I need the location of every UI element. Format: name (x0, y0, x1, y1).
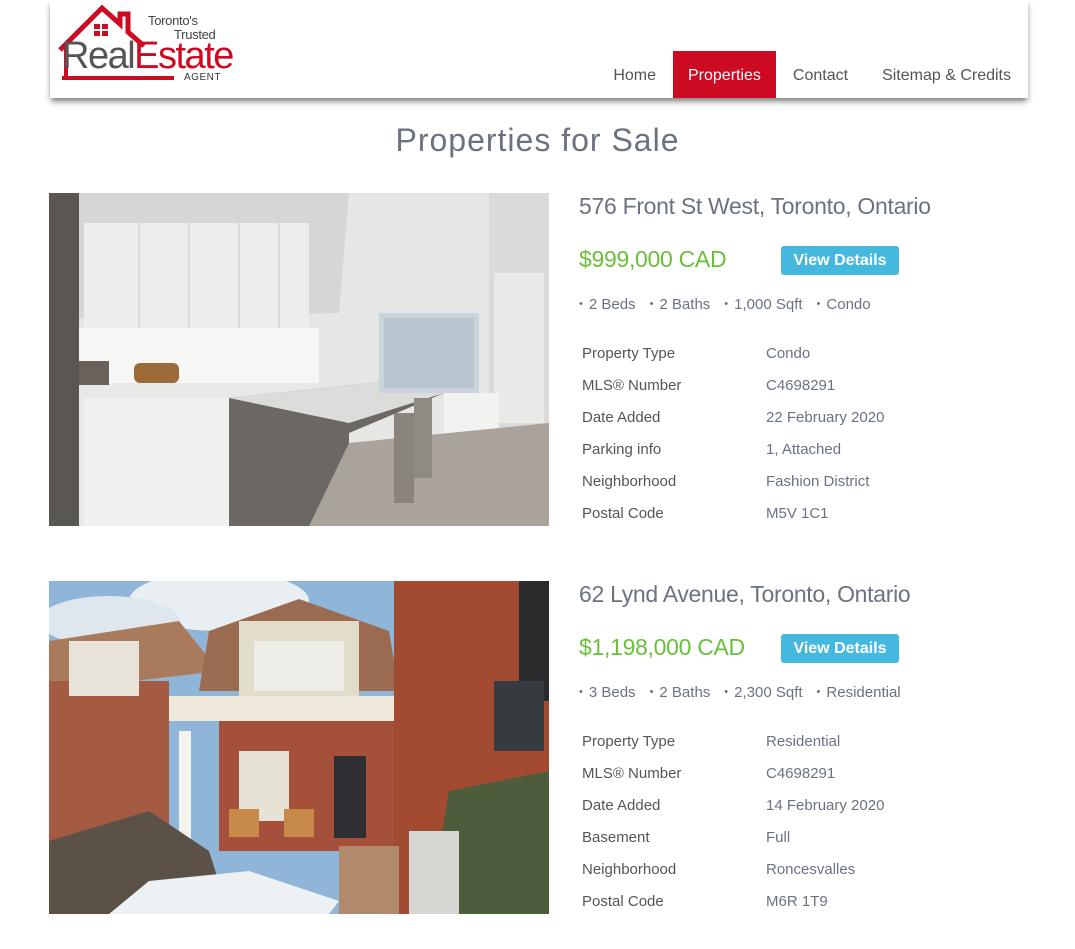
spec-row: Neighborhood Fashion District (582, 465, 884, 497)
site-logo[interactable]: Toronto's Trusted RealEstate AGENT (58, 2, 248, 86)
site-header: Toronto's Trusted RealEstate AGENT Home … (50, 0, 1028, 98)
feature-type: • Condo (817, 296, 871, 313)
listing-address[interactable]: 62 Lynd Avenue, Toronto, Ontario (579, 581, 911, 608)
bullet-icon: • (579, 686, 583, 698)
nav-item-properties[interactable]: Properties (673, 51, 776, 98)
feature-sqft: • 1,000 Sqft (724, 296, 802, 313)
spec-row: Property Type Condo (582, 337, 884, 369)
listing-card: 62 Lynd Avenue, Toronto, Ontario $1,198,… (49, 581, 1009, 914)
spec-row: MLS® Number C4698291 (582, 757, 884, 789)
spec-row: Postal Code M6R 1T9 (582, 885, 884, 917)
spec-label: Property Type (582, 732, 676, 750)
feature-baths: • 2 Baths (650, 684, 711, 701)
spec-value: Residential (766, 732, 841, 750)
spec-label: Date Added (582, 796, 661, 814)
listing-photo-kitchen[interactable] (49, 193, 549, 526)
spec-value: Roncesvalles (766, 860, 856, 878)
feature-type-text: Residential (826, 684, 901, 701)
spec-row: Parking info 1, Attached (582, 433, 884, 465)
spec-row: MLS® Number C4698291 (582, 369, 884, 401)
spec-value: Condo (766, 344, 811, 362)
bullet-icon: • (724, 298, 729, 310)
spec-value: C4698291 (766, 764, 836, 782)
house-photo-image (49, 581, 549, 914)
nav-item-sitemap-credits[interactable]: Sitemap & Credits (865, 51, 1028, 98)
listing-card: 576 Front St West, Toronto, Ontario $999… (49, 193, 1009, 526)
spec-value: M5V 1C1 (766, 504, 829, 522)
spec-value: M6R 1T9 (766, 892, 828, 910)
logo-word-real: Real (62, 35, 136, 77)
feature-beds-text: 3 Beds (588, 684, 636, 701)
spec-label: Parking info (582, 440, 662, 458)
spec-value: Full (766, 828, 791, 846)
bullet-icon: • (816, 298, 821, 310)
view-details-button[interactable]: View Details (781, 634, 899, 663)
spec-row: Date Added 14 February 2020 (582, 789, 884, 821)
logo-subtitle: AGENT (184, 72, 221, 83)
spec-label: Postal Code (582, 504, 664, 522)
logo-tagline-1: Toronto's (148, 13, 198, 28)
spec-value: C4698291 (766, 376, 836, 394)
spec-row: Postal Code M5V 1C1 (582, 497, 884, 529)
listing-divider (69, 928, 989, 938)
bullet-icon: • (649, 686, 654, 698)
spec-label: Date Added (582, 408, 661, 426)
bullet-icon: • (579, 298, 583, 310)
spec-value: Fashion District (766, 472, 870, 490)
nav-item-home[interactable]: Home (596, 51, 673, 98)
logo-underline (62, 76, 174, 80)
feature-sqft-text: 2,300 Sqft (734, 684, 803, 701)
bullet-icon: • (649, 298, 654, 310)
spec-row: Property Type Residential (582, 725, 884, 757)
spec-label: Postal Code (582, 892, 664, 910)
spec-label: MLS® Number (582, 376, 682, 394)
feature-beds: • 2 Beds (579, 296, 636, 313)
logo-word-estate: Estate (134, 35, 234, 77)
kitchen-photo-image (49, 193, 549, 526)
spec-label: MLS® Number (582, 764, 682, 782)
spec-row: Basement Full (582, 821, 884, 853)
listing-price: $1,198,000 CAD (579, 634, 745, 660)
spec-value: 1, Attached (766, 440, 842, 458)
page-title: Properties for Sale (395, 122, 680, 158)
specs-table: Property Type Residential MLS® Number C469… (582, 725, 884, 917)
specs-table: Property Type Condo MLS® Number C4698291 D… (582, 337, 884, 529)
listing-features: • 3 Beds • 2 Baths • 2,300 Sqft • Residentia… (579, 684, 915, 701)
view-details-button[interactable]: View Details (781, 246, 899, 275)
feature-sqft: • 2,300 Sqft (724, 684, 802, 701)
feature-baths-text: 2 Baths (659, 684, 711, 701)
spec-label: Neighborhood (582, 860, 677, 878)
bullet-icon: • (724, 686, 729, 698)
feature-baths-text: 2 Baths (659, 296, 711, 313)
spec-row: Neighborhood Roncesvalles (582, 853, 884, 885)
listing-divider (69, 540, 989, 550)
bullet-icon: • (816, 686, 821, 698)
feature-baths: • 2 Baths (650, 296, 711, 313)
spec-label: Property Type (582, 344, 676, 362)
feature-type: • Residential (817, 684, 901, 701)
feature-beds-text: 2 Beds (588, 296, 636, 313)
spec-row: Date Added 22 February 2020 (582, 401, 884, 433)
spec-value: 22 February 2020 (766, 408, 885, 426)
listing-address[interactable]: 576 Front St West, Toronto, Ontario (579, 193, 931, 220)
listing-price: $999,000 CAD (579, 246, 727, 272)
feature-type-text: Condo (826, 296, 871, 313)
nav-item-contact[interactable]: Contact (776, 51, 865, 98)
listing-features: • 2 Beds • 2 Baths • 1,000 Sqft • Condo (579, 296, 885, 313)
feature-beds: • 3 Beds (579, 684, 636, 701)
spec-value: 14 February 2020 (766, 796, 885, 814)
spec-label: Basement (582, 828, 650, 846)
main-nav: Home Properties Contact Sitemap & Credit… (596, 51, 1028, 98)
logo-wordmark: RealEstate (62, 35, 234, 77)
spec-label: Neighborhood (582, 472, 677, 490)
feature-sqft-text: 1,000 Sqft (734, 296, 803, 313)
listing-photo-house[interactable] (49, 581, 549, 914)
